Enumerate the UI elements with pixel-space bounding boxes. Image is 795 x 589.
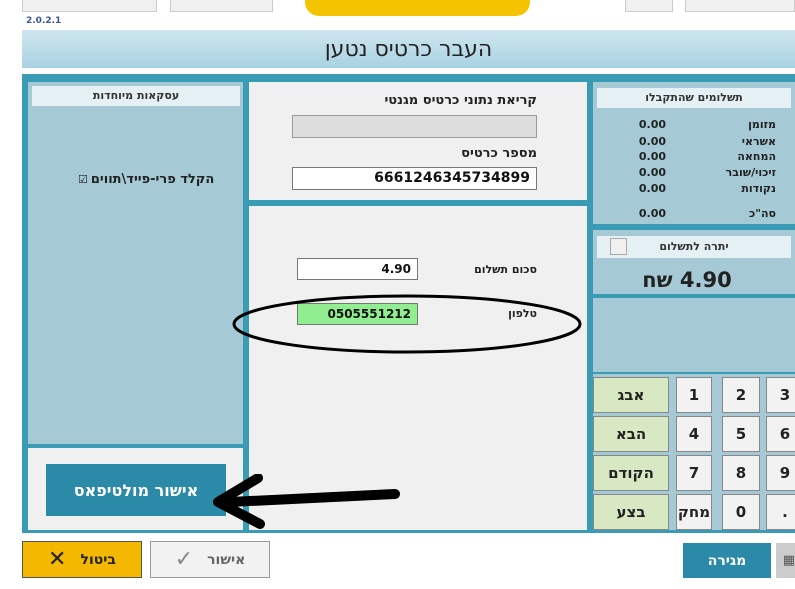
received-row: 0.00 מזומן — [638, 118, 776, 131]
page-title: העבר כרטיס נטען — [22, 30, 795, 68]
checkbox-icon[interactable]: ☑ — [78, 173, 88, 186]
toolbar-stub-left[interactable] — [22, 0, 157, 12]
toolbar-stub-3[interactable] — [625, 0, 673, 12]
checkmark-icon: ✓ — [174, 547, 194, 572]
grid-icon[interactable]: ▦ — [776, 543, 795, 578]
prepaid-checkbox[interactable]: ☑ הקלד פרי-פייד\תווים — [78, 172, 214, 187]
card-number-input[interactable]: 6661246345734899 — [292, 167, 537, 190]
key-8[interactable]: 8 — [722, 455, 760, 491]
numpad-display — [593, 298, 795, 372]
amount-input[interactable]: 4.90 — [297, 258, 418, 280]
key-next[interactable]: הבא — [593, 416, 669, 452]
toolbar-stub-2[interactable] — [170, 0, 273, 12]
key-prev[interactable]: הקודם — [593, 455, 669, 491]
key-9[interactable]: 9 — [766, 455, 795, 491]
key-dot[interactable]: . — [766, 494, 795, 530]
magnetic-card-field[interactable] — [292, 115, 537, 138]
special-panel — [28, 82, 243, 444]
amount-label: סכום תשלום — [474, 263, 537, 276]
key-3[interactable]: 3 — [766, 377, 795, 413]
balance-indicator — [610, 238, 627, 255]
key-2[interactable]: 2 — [722, 377, 760, 413]
received-row: 0.00 זיכוי/שובר — [638, 166, 776, 179]
confirm-label: אישור — [207, 551, 246, 568]
annotation-arrow — [213, 474, 400, 529]
multipass-confirm-button[interactable]: אישור מולטיפאס — [46, 464, 226, 516]
received-row: 0.00 נקודות — [638, 182, 776, 195]
drawer-button[interactable]: מגירה — [683, 543, 771, 578]
close-icon: ✕ — [48, 547, 67, 572]
prepaid-checkbox-label: הקלד פרי-פייד\תווים — [90, 172, 215, 187]
logo-strip — [305, 0, 530, 16]
received-header: תשלומים שהתקבלו — [597, 88, 791, 108]
key-7[interactable]: 7 — [676, 455, 712, 491]
received-row: 0.00 המחאה — [638, 150, 776, 163]
balance-value: 4.90 שח — [642, 268, 732, 292]
received-total-row: 0.00 סה"כ — [638, 207, 776, 220]
special-header: עסקאות מיוחדות — [32, 86, 240, 106]
key-delete[interactable]: מחק — [676, 494, 712, 530]
cancel-label: ביטול — [80, 551, 116, 568]
key-abc[interactable]: אבג — [593, 377, 669, 413]
confirm-button[interactable]: ✓ אישור — [150, 541, 270, 578]
version-label: 2.0.2.1 — [26, 16, 62, 26]
key-1[interactable]: 1 — [676, 377, 712, 413]
key-exec[interactable]: בצע — [593, 494, 669, 530]
key-5[interactable]: 5 — [722, 416, 760, 452]
annotation-ellipse — [232, 294, 582, 354]
key-0[interactable]: 0 — [722, 494, 760, 530]
key-4[interactable]: 4 — [676, 416, 712, 452]
card-number-label: מספר כרטיס — [461, 146, 537, 161]
balance-header-label: יתרה לתשלום — [659, 240, 729, 253]
key-6[interactable]: 6 — [766, 416, 795, 452]
cancel-button[interactable]: ✕ ביטול — [22, 541, 142, 578]
toolbar-stub-right[interactable] — [685, 0, 795, 12]
received-row: 0.00 אשראי — [638, 135, 776, 148]
card-read-label: קריאת נתוני כרטיס מגנטי — [384, 93, 537, 108]
